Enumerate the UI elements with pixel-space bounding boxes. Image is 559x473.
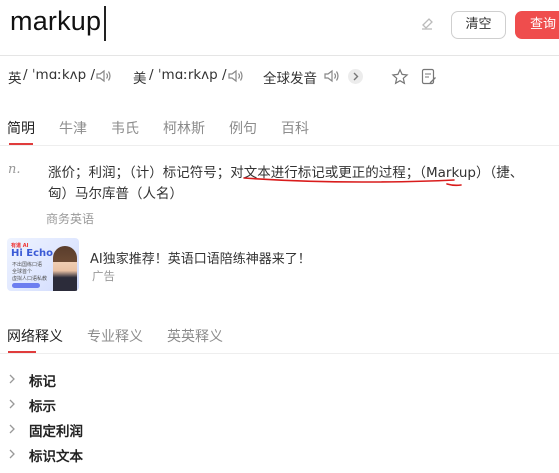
ad-person-photo <box>53 246 77 291</box>
ad-chip <box>12 283 40 288</box>
definition-source: 商务英语 <box>46 212 95 226</box>
divider <box>0 145 559 146</box>
note-icon[interactable] <box>421 68 437 86</box>
star-icon[interactable] <box>391 68 409 86</box>
us-phonetic: / ˈmɑːrkʌp / <box>149 67 227 83</box>
tab-collins[interactable]: 柯林斯 <box>163 118 205 138</box>
ad-headline: Hi Echo <box>11 248 54 259</box>
tab-english-definitions[interactable]: 英英释义 <box>167 326 223 346</box>
uk-speaker-icon[interactable] <box>95 68 113 84</box>
chevron-right-icon[interactable] <box>348 69 363 84</box>
sense-label: 固定利润 <box>29 424 83 440</box>
tab-oxford[interactable]: 牛津 <box>59 118 87 138</box>
search-query-text[interactable]: markup <box>10 6 101 37</box>
us-speaker-icon[interactable] <box>227 68 245 84</box>
clear-button[interactable]: 清空 <box>451 11 506 39</box>
sense-label: 标记 <box>29 374 56 390</box>
tab-web-definitions[interactable]: 网络释义 <box>7 326 63 346</box>
definition-line-2: 匈）马尔库普（人名） <box>48 186 183 202</box>
text-caret <box>104 6 106 41</box>
tab-webster[interactable]: 韦氏 <box>111 118 139 138</box>
chevron-right-icon[interactable] <box>8 449 16 459</box>
tab-encyclopedia[interactable]: 百科 <box>281 118 309 138</box>
ad-subline: 虚拟人口语私教 <box>12 276 48 282</box>
ad-label: 广告 <box>92 269 115 283</box>
tab-examples[interactable]: 例句 <box>229 118 257 138</box>
search-button[interactable]: 查询 <box>515 11 559 39</box>
chevron-right-icon[interactable] <box>8 424 16 434</box>
ad-title[interactable]: AI独家推荐！英语口语陪练神器来了！ <box>90 248 311 267</box>
ad-subline: 不出国练口语 <box>12 262 43 268</box>
part-of-speech: n. <box>8 162 21 177</box>
us-label: 美 <box>133 71 147 87</box>
ad-image[interactable]: 有道 AI Hi Echo 不出国练口语 全球首个 虚拟人口语私教 <box>7 238 79 291</box>
sense-label: 标示 <box>29 399 56 415</box>
divider <box>0 55 559 56</box>
uk-label: 英 <box>8 71 22 87</box>
list-item[interactable]: 固定利润 <box>0 420 300 440</box>
global-speaker-icon[interactable] <box>323 68 341 84</box>
list-item[interactable]: 标识文本 <box>0 445 300 465</box>
tab-professional-definitions[interactable]: 专业释义 <box>87 326 143 346</box>
uk-phonetic: / ˈmɑːkʌp / <box>23 67 96 83</box>
chevron-right-icon[interactable] <box>8 399 16 409</box>
list-item[interactable]: 标示 <box>0 395 300 415</box>
list-item[interactable]: 标记 <box>0 370 300 390</box>
eraser-icon[interactable] <box>419 15 435 31</box>
global-pronunciation-label[interactable]: 全球发音 <box>263 67 317 87</box>
sense-label: 标识文本 <box>29 449 83 465</box>
tab-concise[interactable]: 简明 <box>7 118 35 138</box>
ad-subline: 全球首个 <box>12 269 33 275</box>
chevron-right-icon[interactable] <box>8 374 16 384</box>
red-underline-mark <box>242 176 464 192</box>
divider <box>0 353 559 354</box>
